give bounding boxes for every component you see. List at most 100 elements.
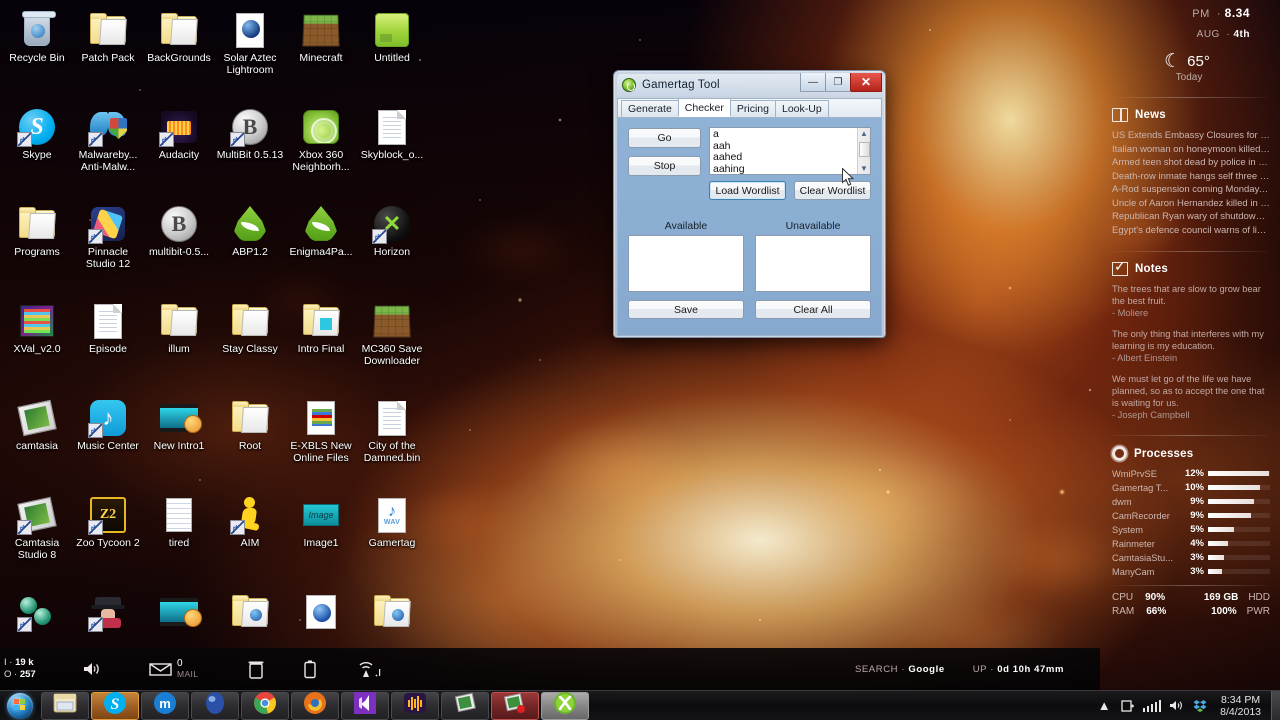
unavailable-list[interactable]	[755, 235, 871, 292]
taskbar-button-explorer[interactable]	[41, 691, 89, 720]
tab-generate[interactable]: Generate	[621, 100, 679, 117]
news-list[interactable]: US Extends Embassy Closures for a We...I…	[1112, 129, 1270, 237]
desktop-icon-xbox-360-neighborh[interactable]: Xbox 360 Neighborh...	[286, 101, 356, 198]
clear-wordlist-button[interactable]: Clear Wordlist	[794, 181, 871, 200]
desktop-icon-enigma4pa[interactable]: Enigma4Pa...	[286, 198, 356, 295]
taskbar[interactable]: Sm ▲ 8:34 PM 8/4/2013	[0, 690, 1280, 720]
desktop-icon-intro-final[interactable]: Intro Final	[286, 295, 356, 392]
taskbar-clock[interactable]: 8:34 PM 8/4/2013	[1216, 694, 1265, 718]
available-list[interactable]	[628, 235, 744, 292]
taskbar-button-camtasia[interactable]	[441, 691, 489, 720]
desktop-icon-solar-aztec-lightroom[interactable]: Solar Aztec Lightroom	[215, 4, 285, 101]
window-controls[interactable]: — ❐ ✕	[800, 73, 882, 92]
wordlist-box[interactable]: a aah aahed aahing ▲ ▼	[709, 127, 871, 175]
desktop-icon-new-intro1[interactable]: New Intro1	[144, 392, 214, 489]
taskbar-button-skype[interactable]: S	[91, 691, 139, 720]
wordlist-scrollbar[interactable]: ▲ ▼	[857, 128, 870, 174]
desktop-icon-backgrounds[interactable]: BackGrounds	[144, 4, 214, 101]
desktop-icon-e-xbls-new-online-files[interactable]: E-XBLS New Online Files	[286, 392, 356, 489]
desktop-icon-episode[interactable]: Episode	[73, 295, 143, 392]
checker-panel[interactable]: Go Stop a aah aahed aahing ▲ ▼ Load Wordlis…	[618, 118, 881, 335]
show-desktop-button[interactable]	[1271, 690, 1280, 720]
taskbar-button-camtasia-rec[interactable]	[491, 691, 539, 720]
desktop-search[interactable]: SEARCH · Google	[855, 664, 945, 675]
wordlist-items[interactable]: a aah aahed aahing	[710, 128, 870, 174]
tab-checker[interactable]: Checker	[677, 98, 731, 117]
desktop-icon-recycle-bin[interactable]: Recycle Bin	[2, 4, 72, 101]
go-button[interactable]: Go	[628, 128, 701, 148]
volume-control[interactable]	[82, 661, 104, 677]
tab-look-up[interactable]: Look-Up	[775, 100, 829, 117]
desktop-icon-programs[interactable]: Programs	[2, 198, 72, 295]
maximize-button[interactable]: ❐	[825, 73, 851, 92]
wordlist-item[interactable]: a	[713, 128, 867, 141]
recycle-bin-widget[interactable]	[248, 660, 264, 679]
desktop-icon-root[interactable]: Root	[215, 392, 285, 489]
desktop-icon-camtasia[interactable]: camtasia	[2, 392, 72, 489]
desktop-icon-aim[interactable]: AIM	[215, 489, 285, 586]
taskbar-button-maxthon[interactable]: m	[141, 691, 189, 720]
save-button[interactable]: Save	[628, 300, 744, 319]
desktop-icon-illum[interactable]: illum	[144, 295, 214, 392]
desktop-icon-image1[interactable]: Image Image1	[286, 489, 356, 586]
desktop-icon-untitled[interactable]: Untitled	[357, 4, 427, 101]
news-item[interactable]: Armed teen shot dead by police in Ne...	[1112, 156, 1270, 170]
taskbar-button-gamertag-tool[interactable]	[541, 691, 589, 720]
speaker-icon[interactable]	[1168, 698, 1184, 713]
show-hidden-icons-icon[interactable]: ▲	[1096, 698, 1112, 713]
taskbar-button-blue-ball-app[interactable]	[191, 691, 239, 720]
desktop-icon-patch-pack[interactable]: Patch Pack	[73, 4, 143, 101]
taskbar-buttons[interactable]: Sm	[40, 691, 590, 720]
clear-all-button[interactable]: Clear All	[755, 300, 871, 319]
gamertag-tool-window[interactable]: Gamertag Tool — ❐ ✕ Generate Checker Prici…	[613, 70, 886, 338]
taskbar-button-visual-studio[interactable]	[341, 691, 389, 720]
network-signal-icon[interactable]	[1142, 698, 1162, 713]
desktop-icon-multibit-0-5-13[interactable]: B MultiBit 0.5.13	[215, 101, 285, 198]
results-actions[interactable]: Save Clear All	[628, 300, 871, 319]
news-item[interactable]: Italian woman on honeymoon killed in...	[1112, 143, 1270, 157]
system-tray[interactable]: ▲ 8:34 PM 8/4/2013	[1096, 694, 1271, 718]
desktop-icon-pinnacle-studio-12[interactable]: Pinnacle Studio 12	[73, 198, 143, 295]
stop-button[interactable]: Stop	[628, 156, 701, 176]
desktop-icon-mc360-save-downloader[interactable]: MC360 Save Downloader	[357, 295, 427, 392]
desktop-icon-camtasia-studio-8[interactable]: Camtasia Studio 8	[2, 489, 72, 586]
desktop-icon-minecraft[interactable]: Minecraft	[286, 4, 356, 101]
dropbox-icon[interactable]	[1192, 698, 1208, 713]
wifi-widget[interactable]	[356, 660, 382, 679]
battery-widget[interactable]	[304, 660, 317, 679]
news-item[interactable]: A-Rod suspension coming Monday, but...	[1112, 183, 1270, 197]
desktop-icon-abp1-2[interactable]: ABP1.2	[215, 198, 285, 295]
news-item[interactable]: US Extends Embassy Closures for a We...	[1112, 129, 1270, 143]
taskbar-button-audacity[interactable]	[391, 691, 439, 720]
desktop-icon-tired[interactable]: tired	[144, 489, 214, 586]
scrollbar-thumb[interactable]	[859, 142, 870, 157]
desktop-icon-xval-v2-0[interactable]: XVal_v2.0	[2, 295, 72, 392]
desktop-icon-grid[interactable]: Recycle Bin Patch Pack BackGrounds Solar Az…	[0, 4, 432, 683]
desktop-icon-multibit-0-5[interactable]: Bmultibit-0.5...	[144, 198, 214, 295]
close-button[interactable]: ✕	[850, 73, 882, 92]
checker-controls[interactable]: Go Stop	[628, 127, 701, 176]
window-title-bar[interactable]: Gamertag Tool — ❐ ✕	[617, 73, 882, 96]
news-item[interactable]: Death-row inmate hangs self three da...	[1112, 170, 1270, 184]
desktop-dock-bar[interactable]: I · 19 k O · 257 0 MAIL SEARCH · Google …	[0, 648, 1100, 690]
desktop-icon-malwareby-anti-malw[interactable]: Malwareby... Anti-Malw...	[73, 101, 143, 198]
news-item[interactable]: Uncle of Aaron Hernandez killed in m...	[1112, 197, 1270, 211]
desktop-icon-city-of-the-damned-bin[interactable]: City of the Damned.bin	[357, 392, 427, 489]
taskbar-button-firefox[interactable]	[291, 691, 339, 720]
mail-widget[interactable]: 0 MAIL	[149, 659, 198, 679]
news-item[interactable]: Republican Ryan wary of shutdown str...	[1112, 210, 1270, 224]
desktop-icon-gamertag[interactable]: ♪ WAV Gamertag	[357, 489, 427, 586]
wordlist-actions[interactable]: Load Wordlist Clear Wordlist	[709, 181, 871, 200]
desktop-icon-horizon[interactable]: ✕ Horizon	[357, 198, 427, 295]
desktop-icon-zoo-tycoon-2[interactable]: Z2 Zoo Tycoon 2	[73, 489, 143, 586]
window-body[interactable]: Generate Checker Pricing Look-Up Go Stop aa…	[617, 98, 882, 336]
load-wordlist-button[interactable]: Load Wordlist	[709, 181, 786, 200]
taskbar-button-chrome[interactable]	[241, 691, 289, 720]
tab-pricing[interactable]: Pricing	[729, 100, 776, 117]
desktop-icon-audacity[interactable]: Audacity	[144, 101, 214, 198]
news-item[interactable]: Egypt's defence council warns of limit..…	[1112, 224, 1270, 238]
action-center-icon[interactable]	[1120, 698, 1136, 713]
wordlist-item[interactable]: aahing	[713, 163, 867, 174]
scroll-down-arrow[interactable]: ▼	[858, 163, 871, 174]
desktop-icon-skype[interactable]: S Skype	[2, 101, 72, 198]
